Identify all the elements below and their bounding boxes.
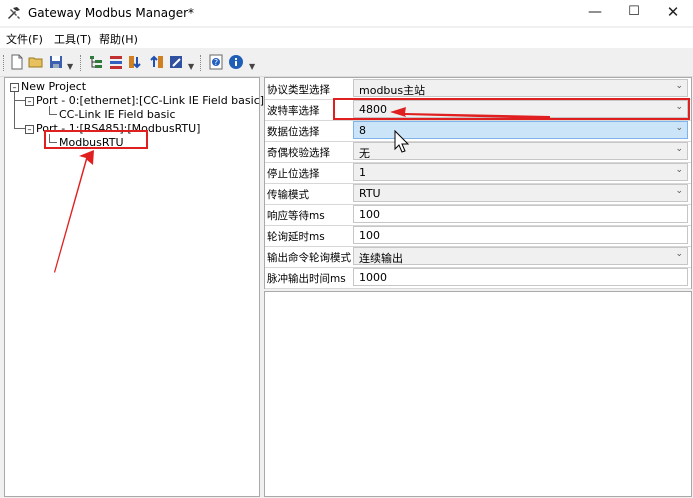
annotation-arrow-icon: [390, 107, 550, 119]
annotation-layer: [0, 0, 693, 498]
annotation-arrow-icon: [54, 150, 94, 273]
mouse-cursor-icon: [395, 131, 408, 152]
